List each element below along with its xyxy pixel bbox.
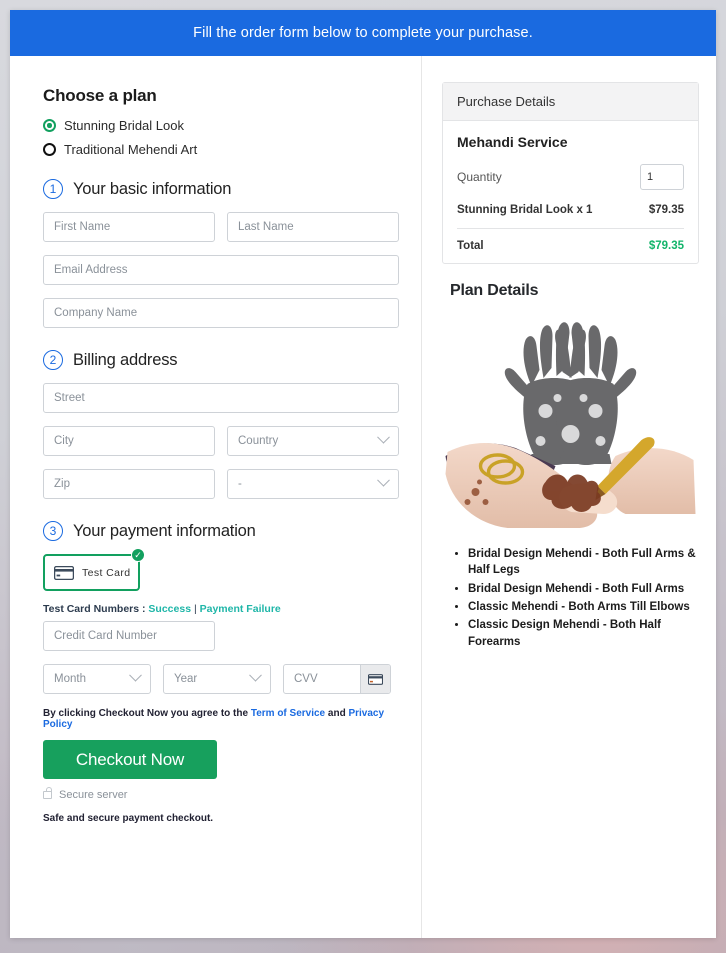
line-item-name: Stunning Bridal Look x 1 [457, 204, 593, 216]
terms-agreement-text: By clicking Checkout Now you agree to th… [43, 708, 403, 730]
radio-unselected-icon[interactable] [43, 143, 56, 156]
list-item: Classic Mehendi - Both Arms Till Elbows [468, 599, 699, 615]
test-card-success-link[interactable]: Success [148, 603, 191, 615]
last-name-input[interactable]: Last Name [227, 212, 399, 242]
line-item-amount: $79.35 [648, 204, 684, 216]
step-title: Your basic information [73, 179, 232, 198]
step-number-badge: 1 [43, 179, 63, 199]
city-input[interactable]: City [43, 426, 215, 456]
mehendi-illustration [445, 322, 696, 528]
check-icon: ✓ [131, 548, 145, 562]
test-card-payment-option[interactable]: Test Card ✓ [43, 548, 145, 591]
expiry-year-value: Year [174, 673, 198, 685]
terms-of-service-link[interactable]: Term of Service [251, 708, 325, 719]
plan-option-stunning-bridal-look[interactable]: Stunning Bridal Look [43, 118, 403, 133]
quantity-input[interactable] [640, 164, 684, 190]
summary-column: Purchase Details Mehandi Service Quantit… [422, 56, 715, 938]
chevron-down-icon [377, 473, 390, 487]
step-title: Billing address [73, 350, 178, 369]
plan-option-label: Stunning Bridal Look [64, 118, 184, 133]
plan-details-title: Plan Details [450, 282, 539, 299]
secure-server-label: Secure server [59, 789, 128, 801]
test-card-label: Test Card [82, 566, 131, 579]
total-row: Total $79.35 [457, 229, 684, 252]
checkout-card: Fill the order form below to complete yo… [10, 10, 716, 938]
state-select[interactable]: - [227, 469, 399, 499]
plan-details-list: Bridal Design Mehendi - Both Full Arms &… [442, 546, 699, 650]
purchase-details-header: Purchase Details [443, 83, 698, 121]
total-label: Total [457, 240, 484, 252]
list-item: Classic Design Mehendi - Both Half Forea… [468, 617, 699, 650]
expiry-year-select[interactable]: Year [163, 664, 271, 694]
credit-card-number-input[interactable]: Credit Card Number [43, 621, 215, 651]
purchase-details-box: Purchase Details Mehandi Service Quantit… [442, 82, 699, 264]
plan-option-traditional-mehendi-art[interactable]: Traditional Mehendi Art [43, 142, 403, 157]
cvv-input[interactable]: CVV [283, 664, 391, 694]
zip-input[interactable]: Zip [43, 469, 215, 499]
banner-text: Fill the order form below to complete yo… [193, 25, 533, 41]
step-2-header: 2 Billing address [43, 350, 403, 370]
test-card-numbers-line: Test Card Numbers : Success | Payment Fa… [43, 603, 403, 615]
list-item: Bridal Design Mehendi - Both Full Arms &… [468, 546, 699, 579]
checkout-now-button[interactable]: Checkout Now [43, 740, 217, 779]
chevron-down-icon [249, 668, 262, 682]
chevron-down-icon [377, 430, 390, 444]
list-item: Bridal Design Mehendi - Both Full Arms [468, 581, 699, 597]
quantity-row: Quantity [457, 164, 684, 190]
expiry-month-value: Month [54, 673, 86, 685]
service-name: Mehandi Service [457, 134, 568, 150]
email-input[interactable]: Email Address [43, 255, 399, 285]
company-name-input[interactable]: Company Name [43, 298, 399, 328]
country-select-value: Country [238, 435, 279, 447]
line-item-row: Stunning Bridal Look x 1 $79.35 [457, 204, 684, 229]
step-title: Your payment information [73, 521, 256, 540]
step-1-header: 1 Your basic information [43, 179, 403, 199]
credit-card-icon [54, 565, 74, 580]
radio-selected-icon[interactable] [43, 119, 56, 132]
cvv-placeholder: CVV [294, 673, 318, 685]
chevron-down-icon [129, 668, 142, 682]
quantity-label: Quantity [457, 170, 502, 184]
agreement-conjunction: and [327, 708, 346, 719]
first-name-input[interactable]: First Name [43, 212, 215, 242]
step-number-badge: 3 [43, 521, 63, 541]
secure-server-notice: Secure server [43, 787, 403, 801]
safe-payment-note: Safe and secure payment checkout. [43, 813, 214, 824]
step-3-header: 3 Your payment information [43, 521, 403, 541]
total-amount: $79.35 [648, 240, 684, 252]
link-separator: | [193, 603, 197, 615]
agreement-prefix: By clicking Checkout Now you agree to th… [43, 708, 249, 719]
plan-option-label: Traditional Mehendi Art [64, 142, 198, 157]
expiry-month-select[interactable]: Month [43, 664, 151, 694]
cvv-card-icon [360, 665, 390, 693]
test-card-numbers-label: Test Card Numbers : [43, 603, 146, 615]
step-number-badge: 2 [43, 350, 63, 370]
country-select[interactable]: Country [227, 426, 399, 456]
order-form-column: Choose a plan Stunning Bridal Look Tradi… [10, 56, 422, 938]
top-banner: Fill the order form below to complete yo… [10, 10, 716, 56]
test-card-failure-link[interactable]: Payment Failure [200, 603, 281, 615]
lock-icon [43, 787, 52, 799]
choose-plan-heading: Choose a plan [43, 86, 157, 105]
street-input[interactable]: Street [43, 383, 399, 413]
checkout-body: Choose a plan Stunning Bridal Look Tradi… [10, 56, 716, 938]
state-select-value: - [238, 478, 242, 490]
